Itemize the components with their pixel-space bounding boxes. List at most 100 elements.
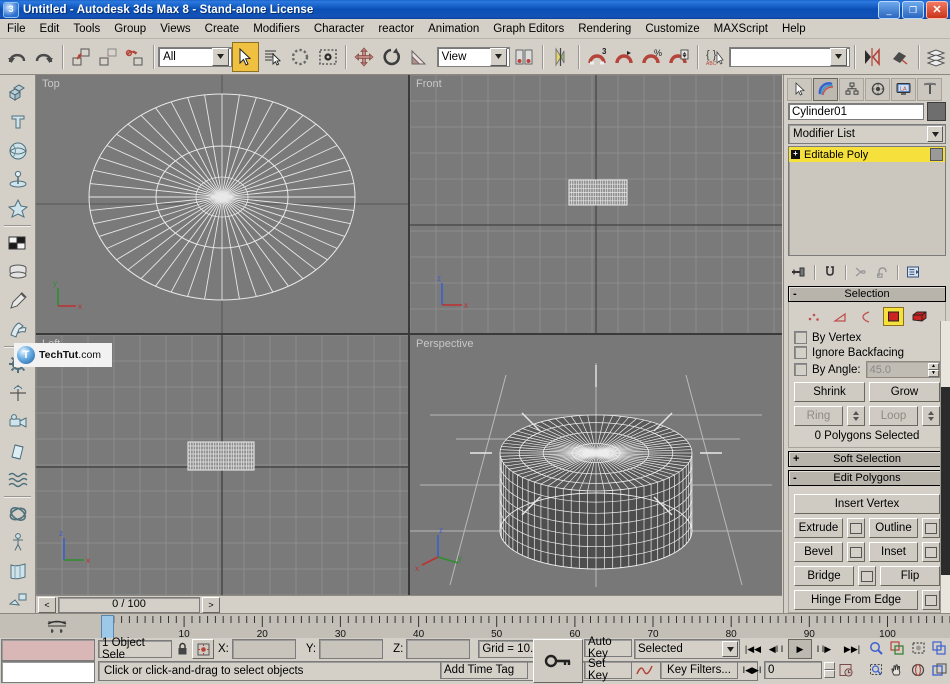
time-configuration-icon[interactable]	[836, 661, 856, 679]
by-vertex-checkbox[interactable]	[794, 331, 807, 344]
select-by-name-button[interactable]	[259, 42, 286, 72]
insert-vertex-button[interactable]: Insert Vertex	[794, 494, 940, 514]
viewport-front[interactable]: z x Front	[410, 75, 782, 333]
named-selection-combo[interactable]	[729, 46, 850, 67]
grow-button[interactable]: Grow	[869, 382, 940, 402]
frame-display-field[interactable]: 0 / 100	[58, 596, 200, 613]
bridge-settings-button[interactable]	[858, 566, 876, 586]
arc-rotate-icon[interactable]	[908, 661, 928, 679]
maxscript-mini-listener-output[interactable]	[1, 639, 95, 661]
menu-item-graph-editors[interactable]: Graph Editors	[486, 21, 571, 37]
deform-button[interactable]	[2, 315, 34, 344]
cloth-button[interactable]	[2, 557, 34, 586]
select-and-rotate-button[interactable]	[378, 42, 405, 72]
menu-item-create[interactable]: Create	[198, 21, 247, 37]
reference-coordinate-combo[interactable]: View	[436, 46, 511, 67]
set-key-curve-icon[interactable]	[634, 661, 656, 679]
element-icon[interactable]	[911, 308, 930, 325]
z-field[interactable]	[406, 639, 471, 659]
viewport-left[interactable]: z x Left	[36, 335, 408, 595]
ring-button[interactable]: Ring	[794, 406, 843, 426]
select-and-move-button[interactable]	[350, 42, 377, 72]
compound-object-button[interactable]	[2, 257, 34, 286]
hinge-settings-button[interactable]	[922, 590, 940, 610]
show-end-result-toggle[interactable]	[930, 148, 943, 161]
chevron-down-icon[interactable]	[490, 47, 508, 66]
polygon-icon[interactable]	[882, 307, 904, 326]
remove-modifier-icon[interactable]	[873, 264, 891, 281]
field-of-view-icon[interactable]	[866, 661, 886, 679]
stack-item-editable-poly[interactable]: + Editable Poly	[789, 147, 945, 162]
hinge-from-edge-button[interactable]: Hinge From Edge	[794, 590, 918, 610]
select-object-button[interactable]	[231, 41, 260, 72]
next-frame-button[interactable]: I I▶	[813, 640, 835, 658]
rollout-soft-selection-header[interactable]: + Soft Selection	[788, 451, 946, 467]
angle-snap-button[interactable]	[610, 42, 637, 72]
bind-to-space-warp-button[interactable]	[122, 42, 149, 72]
mirror-button[interactable]	[547, 42, 574, 72]
key-mode-toggle-icon[interactable]: I◀▶I	[742, 661, 762, 679]
select-and-scale-button[interactable]	[405, 42, 432, 72]
absolute-relative-transform-icon[interactable]	[192, 639, 214, 659]
set-key-button[interactable]: Set Key	[584, 658, 632, 682]
menu-item-maxscript[interactable]: MAXScript	[707, 21, 775, 37]
lock-selection-icon[interactable]	[172, 642, 192, 656]
previous-frame-button[interactable]: ◀I I	[765, 640, 787, 658]
next-frame-button[interactable]: >	[202, 596, 220, 613]
checkbox-row-by-angle[interactable]: By Angle: 45.0 ▲ ▼	[794, 361, 940, 378]
material-checker-button[interactable]	[2, 228, 34, 257]
time-ruler[interactable]: 1020304050607080901000	[106, 614, 950, 639]
ignore-backfacing-checkbox[interactable]	[794, 346, 807, 359]
biped-button[interactable]	[2, 528, 34, 557]
expand-icon[interactable]: +	[791, 150, 800, 159]
checkbox-row-by-vertex[interactable]: By Vertex	[794, 331, 940, 344]
menu-item-modifiers[interactable]: Modifiers	[246, 21, 307, 37]
chevron-down-icon[interactable]	[722, 641, 738, 657]
align-button[interactable]	[886, 42, 913, 72]
ring-spinner[interactable]	[847, 406, 865, 426]
maxscript-mini-listener-input[interactable]	[1, 661, 95, 683]
snaps-toggle-button[interactable]: 3	[583, 42, 610, 72]
motion-tab[interactable]	[865, 77, 890, 101]
key-filters-button[interactable]: Key Filters...	[660, 661, 738, 679]
go-to-end-button[interactable]: ▶▶|	[841, 640, 863, 658]
loop-spinner[interactable]	[922, 406, 940, 426]
x-field[interactable]	[231, 639, 296, 659]
extrude-settings-button[interactable]	[847, 518, 865, 538]
chevron-down-icon[interactable]	[927, 126, 943, 142]
pan-hand-icon[interactable]	[887, 661, 907, 679]
bend-modifier-button[interactable]	[2, 436, 34, 465]
wave-modifier-button[interactable]	[2, 465, 34, 494]
loop-button[interactable]: Loop	[869, 406, 918, 426]
torus-knot-button[interactable]	[2, 499, 34, 528]
command-panel-scrollbar[interactable]	[940, 321, 950, 621]
menu-item-animation[interactable]: Animation	[421, 21, 486, 37]
object-color-swatch[interactable]	[927, 102, 946, 121]
undo-button[interactable]	[3, 42, 30, 72]
pin-stack-icon[interactable]	[790, 264, 808, 281]
rollout-selection-header[interactable]: - Selection	[788, 286, 946, 302]
camera-button[interactable]	[2, 407, 34, 436]
window-crossing-button[interactable]	[314, 42, 341, 72]
menu-item-reactor[interactable]: reactor	[371, 21, 421, 37]
select-and-link-button[interactable]	[67, 42, 94, 72]
scrollbar-thumb[interactable]	[941, 387, 950, 575]
percent-snap-button[interactable]: %	[638, 42, 665, 72]
chevron-down-icon[interactable]	[829, 47, 847, 66]
named-selection-sets-button[interactable]: { } ABC	[702, 42, 729, 72]
flip-button[interactable]: Flip	[880, 566, 940, 586]
vertex-icon[interactable]	[805, 308, 824, 325]
maximize-viewport-icon[interactable]	[929, 661, 949, 679]
outline-button[interactable]: Outline	[869, 518, 918, 538]
checkbox-row-ignore-backfacing[interactable]: Ignore Backfacing	[794, 346, 940, 359]
modify-tab[interactable]	[813, 77, 838, 101]
zoom-all-icon[interactable]	[887, 639, 907, 657]
bridge-button[interactable]: Bridge	[794, 566, 854, 586]
auto-key-button[interactable]: Auto Key	[584, 636, 632, 660]
utilities-tab[interactable]	[917, 77, 942, 101]
modifier-stack[interactable]: + Editable Poly	[788, 146, 946, 256]
unlink-selection-button[interactable]	[94, 42, 121, 72]
by-angle-checkbox[interactable]	[794, 363, 807, 376]
menu-item-views[interactable]: Views	[153, 21, 197, 37]
eyedropper-button[interactable]	[2, 286, 34, 315]
